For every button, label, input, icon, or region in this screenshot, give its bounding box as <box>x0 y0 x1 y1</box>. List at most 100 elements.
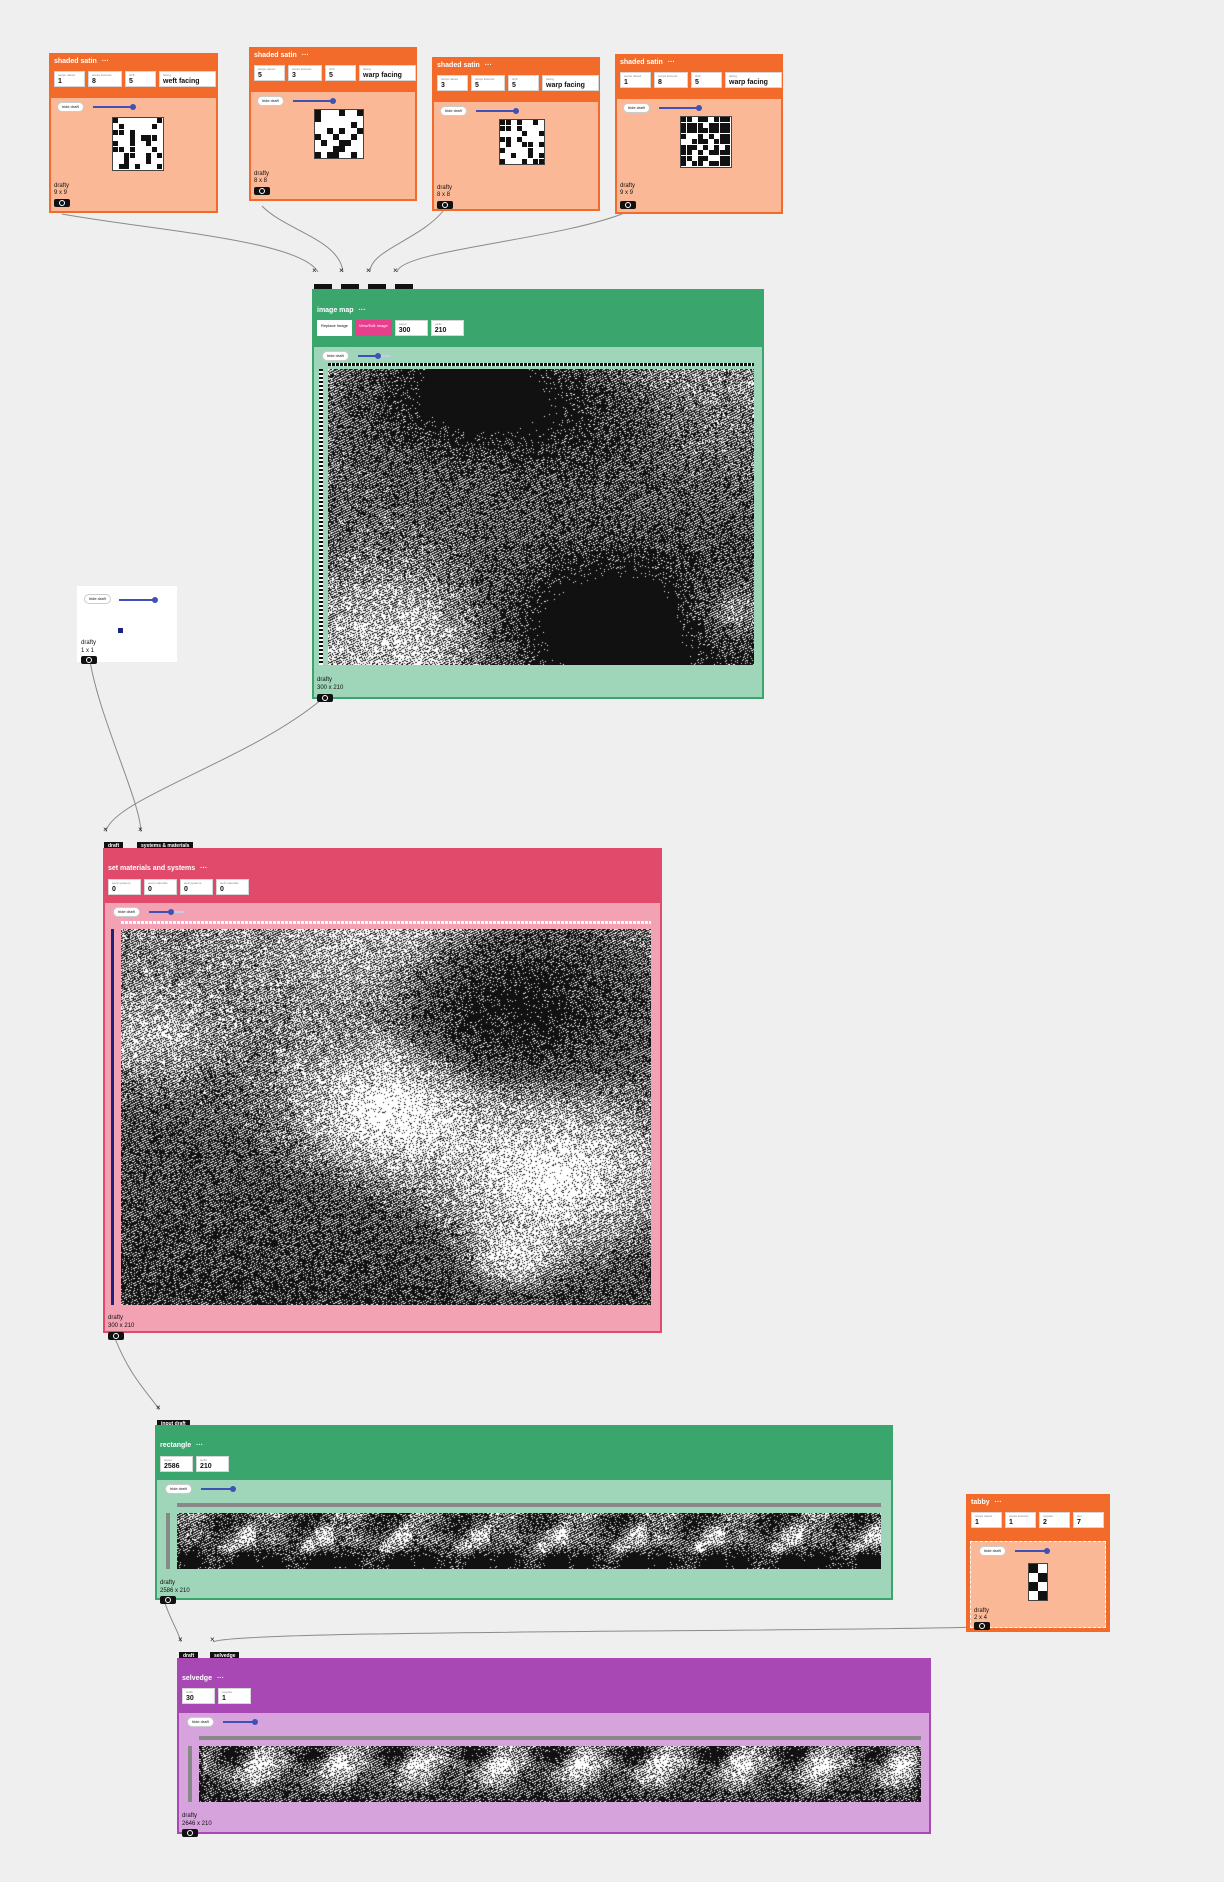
eye-icon[interactable] <box>108 1332 124 1340</box>
set-materials-node[interactable]: set materials and systems ··· warp system… <box>103 848 662 1340</box>
param-repeats[interactable]: repeats 1 <box>218 1688 251 1704</box>
replace-image-button[interactable]: Replace Image <box>317 320 352 336</box>
zoom-slider[interactable] <box>293 98 336 104</box>
zoom-slider[interactable] <box>201 1486 236 1492</box>
more-icon[interactable]: ··· <box>302 52 309 59</box>
hide-draft-button[interactable]: hide draft <box>979 1546 1006 1556</box>
draft-size: 9 x 9 <box>620 190 634 196</box>
node-title: rectangle <box>160 1442 192 1449</box>
param-warps[interactable]: warps 2586 <box>160 1456 193 1472</box>
param-warp-materials[interactable]: warp materials 0 <box>144 879 177 895</box>
param-shift[interactable]: shift 5 <box>125 71 156 87</box>
zoom-slider[interactable] <box>358 353 381 359</box>
param-facing[interactable]: facing warp facing <box>542 75 599 91</box>
zoom-slider[interactable] <box>476 108 519 114</box>
hide-draft-button[interactable]: hide draft <box>57 102 84 112</box>
hide-draft-button[interactable]: hide draft <box>440 106 467 116</box>
view-edit-image-button[interactable]: View/Edit Image <box>354 320 392 336</box>
eye-icon[interactable] <box>54 199 70 207</box>
eye-icon[interactable] <box>254 187 270 195</box>
eye-icon[interactable] <box>317 694 333 702</box>
eye-icon[interactable] <box>437 201 453 209</box>
hide-draft-button[interactable]: hide draft <box>322 351 349 361</box>
small-draft-node[interactable]: hide draft drafty 1 x 1 <box>77 586 177 664</box>
close-icon[interactable]: × <box>210 1636 215 1644</box>
shaded-satin-node-4[interactable]: shaded satin ··· warps raised 1 warps lowe… <box>615 54 783 214</box>
param-warps-raised[interactable]: warps raised 1 <box>971 1512 1002 1528</box>
close-icon[interactable]: × <box>312 267 317 275</box>
close-icon[interactable]: × <box>103 826 108 834</box>
more-icon[interactable]: ··· <box>668 59 675 66</box>
hide-draft-button[interactable]: hide draft <box>113 907 140 917</box>
param-width[interactable]: width 30 <box>182 1688 215 1704</box>
param-facing[interactable]: facing warp facing <box>725 72 782 88</box>
zoom-slider[interactable] <box>149 909 174 915</box>
selvedge-node[interactable]: selvedge ··· width 30 repeats 1 hide draft … <box>177 1658 931 1837</box>
hide-draft-button[interactable]: hide draft <box>257 96 284 106</box>
connection-satin2-imagemap <box>261 205 344 273</box>
zoom-slider[interactable] <box>659 105 702 111</box>
close-icon[interactable]: × <box>339 267 344 275</box>
hide-draft-button[interactable]: hide draft <box>623 103 650 113</box>
shaded-satin-node-1[interactable]: shaded satin ··· warps raised 1 warps lowe… <box>49 53 218 213</box>
weft-sidebar-strip <box>319 369 323 665</box>
zoom-slider[interactable] <box>223 1719 258 1725</box>
param-wefts[interactable]: wefts 210 <box>196 1456 229 1472</box>
zoom-slider[interactable] <box>119 597 158 603</box>
draft-name: drafty <box>108 1315 124 1321</box>
param-shift[interactable]: shift 5 <box>691 72 722 88</box>
param-warps-lowered[interactable]: warps lowered 3 <box>288 65 322 81</box>
param-warps-raised[interactable]: warps raised 1 <box>54 71 85 87</box>
more-icon[interactable]: ··· <box>196 1442 203 1449</box>
eye-icon[interactable] <box>160 1596 176 1604</box>
connection-satin3-imagemap <box>369 209 445 273</box>
close-icon[interactable]: × <box>138 826 143 834</box>
zoom-slider[interactable] <box>1015 1548 1050 1554</box>
image-map-draft <box>328 369 754 665</box>
more-icon[interactable]: ··· <box>102 58 109 65</box>
param-warps-raised[interactable]: warps raised 1 <box>620 72 651 88</box>
eye-icon[interactable] <box>974 1622 990 1630</box>
eye-icon[interactable] <box>182 1829 198 1837</box>
hide-draft-button[interactable]: hide draft <box>84 594 111 604</box>
param-shift[interactable]: shift 5 <box>508 75 539 91</box>
shaded-satin-node-3[interactable]: shaded satin ··· warps raised 3 warps lowe… <box>432 57 600 211</box>
hide-draft-button[interactable]: hide draft <box>165 1484 192 1494</box>
hide-draft-button[interactable]: hide draft <box>187 1717 214 1727</box>
param-wefts[interactable]: wefts 210 <box>430 320 464 336</box>
more-icon[interactable]: ··· <box>217 1675 224 1682</box>
close-icon[interactable]: × <box>156 1404 161 1412</box>
param-warps-lowered[interactable]: warps lowered 5 <box>471 75 505 91</box>
shaded-satin-node-2[interactable]: shaded satin ··· warps raised 5 warps lowe… <box>249 47 417 201</box>
close-icon[interactable]: × <box>366 267 371 275</box>
draft-preview <box>499 119 545 165</box>
tabby-node[interactable]: tabby ··· warps raised 1 warps lowered 1 re… <box>966 1494 1110 1632</box>
eye-icon[interactable] <box>81 656 97 664</box>
more-icon[interactable]: ··· <box>485 62 492 69</box>
param-repeats[interactable]: repeats 2 <box>1039 1512 1070 1528</box>
image-map-node[interactable]: image map ··· Replace Image View/Edit Ima… <box>312 289 764 702</box>
param-warps-raised[interactable]: warps raised 3 <box>437 75 468 91</box>
param-warps-lowered[interactable]: warps lowered 1 <box>1005 1512 1036 1528</box>
param-warps-raised[interactable]: warps raised 5 <box>254 65 285 81</box>
param-facing[interactable]: facing warp facing <box>359 65 416 81</box>
zoom-slider[interactable] <box>93 104 136 110</box>
param-weft-systems[interactable]: weft systems 0 <box>180 879 213 895</box>
param-warps-lowered[interactable]: warps lowered 8 <box>654 72 688 88</box>
param-weft-materials[interactable]: weft materials 0 <box>216 879 249 895</box>
close-icon[interactable]: × <box>393 267 398 275</box>
draft-name: drafty <box>437 185 453 191</box>
param-facing[interactable]: facing weft facing <box>159 71 216 87</box>
more-icon[interactable]: ··· <box>200 865 207 872</box>
param-warp-systems[interactable]: warp systems 0 <box>108 879 141 895</box>
close-icon[interactable]: × <box>178 1636 183 1644</box>
param-warps-lowered[interactable]: warps lowered 8 <box>88 71 122 87</box>
param-dim[interactable]: dim 7 <box>1073 1512 1104 1528</box>
eye-icon[interactable] <box>620 201 636 209</box>
more-icon[interactable]: ··· <box>995 1499 1002 1506</box>
more-icon[interactable]: ··· <box>359 307 366 314</box>
param-warps[interactable]: warps 300 <box>394 320 428 336</box>
node-title: tabby <box>971 1499 990 1506</box>
rectangle-node[interactable]: rectangle ··· warps 2586 wefts 210 hide dra… <box>155 1425 893 1604</box>
param-shift[interactable]: shift 5 <box>325 65 356 81</box>
